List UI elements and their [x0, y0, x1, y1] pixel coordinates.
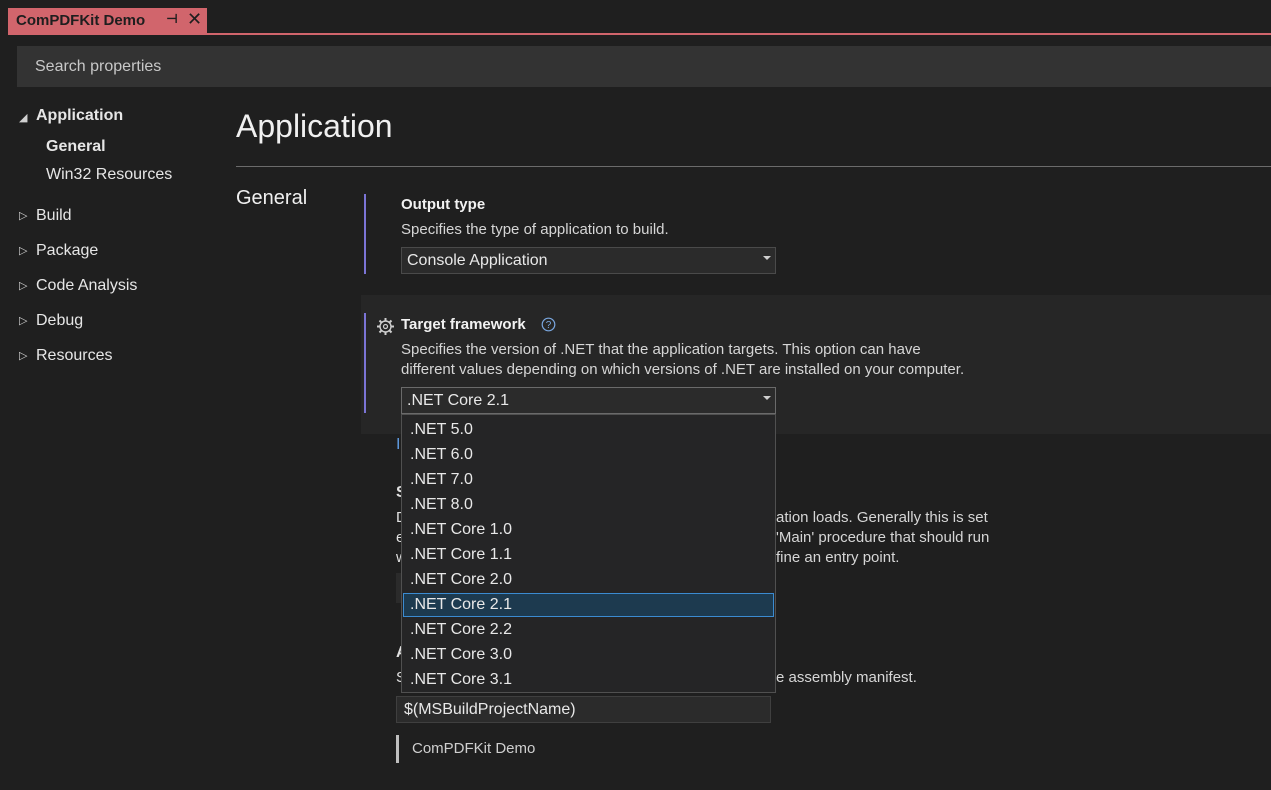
- dropdown-option[interactable]: .NET 5.0: [403, 418, 774, 442]
- nav-item-code-analysis[interactable]: Code Analysis: [36, 277, 137, 295]
- dropdown-option[interactable]: .NET Core 2.1: [403, 593, 774, 617]
- property-accent-bar: [364, 313, 366, 413]
- nav-item-package[interactable]: Package: [36, 242, 98, 260]
- expanded-triangle-icon[interactable]: ◢: [19, 111, 27, 124]
- collapsed-triangle-icon[interactable]: ▷: [19, 244, 27, 257]
- preview-bar: [396, 735, 399, 763]
- dropdown-option[interactable]: .NET 7.0: [403, 468, 774, 492]
- assembly-name-value: $(MSBuildProjectName): [404, 701, 576, 718]
- dropdown-option-label: .NET Core 2.1: [410, 596, 512, 613]
- assembly-name-input[interactable]: $(MSBuildProjectName): [396, 696, 771, 723]
- nav-item-debug[interactable]: Debug: [36, 312, 83, 330]
- tab-underline: [8, 33, 1271, 35]
- nav-item-application[interactable]: Application: [36, 107, 123, 125]
- section-title: General: [236, 187, 308, 209]
- dropdown-option-label: .NET Core 2.0: [410, 571, 512, 588]
- dropdown-option[interactable]: .NET Core 2.2: [403, 618, 774, 642]
- nav-item-build[interactable]: Build: [36, 207, 72, 225]
- page-title: Application: [236, 108, 393, 144]
- property-accent-bar: [364, 194, 366, 274]
- target-framework-dropdown[interactable]: .NET Core 2.1: [401, 387, 776, 414]
- target-framework-description-line2: different values depending on which vers…: [401, 361, 965, 378]
- assembly-name-preview: ComPDFKit Demo: [412, 740, 536, 757]
- startup-desc-tail: 'Main' procedure that should run: [776, 529, 990, 546]
- startup-desc-tail: fine an entry point.: [776, 549, 900, 566]
- assembly-desc-tail: e assembly manifest.: [776, 669, 917, 686]
- dropdown-option[interactable]: .NET Core 1.0: [403, 518, 774, 542]
- dropdown-option-label: .NET Core 1.0: [410, 521, 512, 538]
- dropdown-option[interactable]: .NET 8.0: [403, 493, 774, 517]
- search-input[interactable]: [17, 46, 1271, 87]
- nav-item-resources[interactable]: Resources: [36, 347, 112, 365]
- tab-title: ComPDFKit Demo: [16, 12, 146, 29]
- nav-item-win32-resources[interactable]: Win32 Resources: [46, 166, 172, 184]
- document-tab[interactable]: ComPDFKit Demo ⊣ ✕: [8, 8, 207, 33]
- output-type-description: Specifies the type of application to bui…: [401, 221, 669, 238]
- collapsed-triangle-icon[interactable]: ▷: [19, 314, 27, 327]
- dropdown-option-label: .NET Core 1.1: [410, 546, 512, 563]
- dropdown-option-label: .NET 6.0: [410, 446, 473, 463]
- dropdown-option[interactable]: .NET 6.0: [403, 443, 774, 467]
- dropdown-option[interactable]: .NET Core 3.0: [403, 643, 774, 667]
- target-framework-options-list[interactable]: .NET 5.0 .NET 6.0 .NET 7.0 .NET 8.0 .NET Cor…: [401, 414, 776, 693]
- pin-icon[interactable]: ⊣: [166, 11, 178, 27]
- output-type-value: Console Application: [407, 252, 548, 269]
- nav-item-general[interactable]: General: [46, 138, 106, 156]
- dropdown-option-label: .NET 7.0: [410, 471, 473, 488]
- startup-desc-tail: ation loads. Generally this is set: [776, 509, 988, 526]
- gear-icon[interactable]: [376, 317, 395, 336]
- output-type-dropdown[interactable]: Console Application: [401, 247, 776, 274]
- help-icon[interactable]: ?: [541, 317, 556, 332]
- link-fragment[interactable]: I: [396, 436, 400, 454]
- target-framework-value: .NET Core 2.1: [407, 392, 509, 409]
- dropdown-option-label: .NET 5.0: [410, 421, 473, 438]
- dropdown-option[interactable]: .NET Core 3.1: [403, 668, 774, 692]
- dropdown-option-label: .NET 8.0: [410, 496, 473, 513]
- output-type-label: Output type: [401, 196, 486, 213]
- target-framework-description-line1: Specifies the version of .NET that the a…: [401, 341, 921, 358]
- title-divider: [236, 166, 1271, 167]
- dropdown-option[interactable]: .NET Core 2.0: [403, 568, 774, 592]
- collapsed-triangle-icon[interactable]: ▷: [19, 279, 27, 292]
- dropdown-option[interactable]: .NET Core 1.1: [403, 543, 774, 567]
- collapsed-triangle-icon[interactable]: ▷: [19, 209, 27, 222]
- dropdown-option-label: .NET Core 2.2: [410, 621, 512, 638]
- dropdown-option-label: .NET Core 3.1: [410, 671, 512, 688]
- chevron-down-icon: [763, 256, 771, 260]
- svg-text:?: ?: [546, 320, 552, 331]
- dropdown-option-label: .NET Core 3.0: [410, 646, 512, 663]
- collapsed-triangle-icon[interactable]: ▷: [19, 349, 27, 362]
- close-icon[interactable]: ✕: [187, 9, 202, 30]
- target-framework-label: Target framework: [401, 316, 526, 333]
- chevron-down-icon: [763, 396, 771, 400]
